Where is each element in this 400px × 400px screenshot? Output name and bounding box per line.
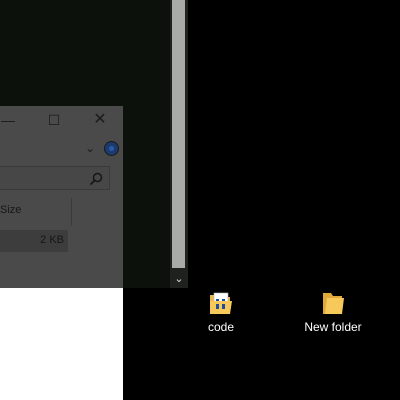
folder-with-document-icon [208, 290, 234, 316]
desktop: ⌄ — ☐ ✕ ⌄ Size 2 KB code New folder [0, 0, 400, 400]
window-below-area [0, 288, 123, 400]
file-row[interactable]: 2 KB [0, 230, 68, 252]
desktop-icon-label: code [207, 320, 235, 334]
column-header-size[interactable]: Size [0, 198, 72, 226]
file-size: 2 KB [40, 234, 64, 246]
folder-icon [320, 290, 346, 316]
file-explorer-window[interactable]: — ☐ ✕ ⌄ Size 2 KB [0, 106, 123, 288]
search-input[interactable] [0, 166, 110, 190]
title-bar[interactable]: — ☐ ✕ [0, 106, 123, 134]
desktop-icon-code[interactable]: code [185, 290, 257, 334]
ribbon-bar: ⌄ [0, 134, 123, 162]
expand-ribbon-chevron-icon[interactable]: ⌄ [82, 140, 98, 156]
maximize-button[interactable]: ☐ [44, 110, 64, 130]
desktop-icon-label: New folder [304, 320, 362, 334]
help-icon[interactable] [104, 141, 119, 156]
scrollbar-thumb[interactable] [172, 0, 185, 268]
close-button[interactable]: ✕ [90, 110, 110, 130]
minimize-button[interactable]: — [0, 110, 18, 130]
search-icon[interactable] [88, 171, 104, 187]
scroll-down-arrow-icon[interactable]: ⌄ [170, 270, 188, 288]
column-label: Size [0, 204, 22, 216]
desktop-icon-new-folder[interactable]: New folder [297, 290, 369, 334]
